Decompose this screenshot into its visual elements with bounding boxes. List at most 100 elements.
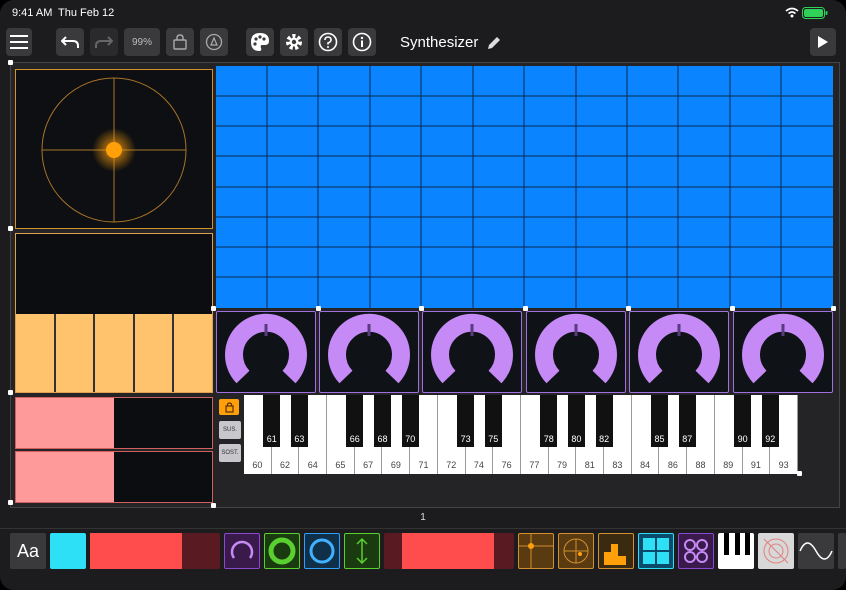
black-key[interactable]: 82 <box>595 395 613 447</box>
keyboard-widget[interactable] <box>718 533 754 569</box>
fader-2[interactable] <box>15 451 213 503</box>
white-key-label: 65 <box>335 460 346 470</box>
redo-button[interactable] <box>90 28 118 56</box>
black-key[interactable]: 73 <box>457 395 475 447</box>
edit-canvas[interactable]: SUS. SOST. 60 62 64 65 67 69 71 72 74 76 77 79 81 83 8… <box>8 60 840 508</box>
menu-button[interactable] <box>6 28 32 56</box>
info-button[interactable] <box>348 28 376 56</box>
slider-bar[interactable] <box>174 314 212 392</box>
black-key[interactable]: 75 <box>484 395 502 447</box>
slider-bars[interactable] <box>16 314 212 392</box>
resize-handle[interactable] <box>8 60 13 65</box>
pad-grid[interactable] <box>216 66 833 308</box>
white-key-label: 64 <box>307 460 318 470</box>
piano-keyboard[interactable]: 60 62 64 65 67 69 71 72 74 76 77 79 81 83 84 86 88 89 91 93… <box>244 395 798 474</box>
black-key[interactable]: 90 <box>734 395 752 447</box>
oscilloscope-widget[interactable] <box>798 533 834 569</box>
knob[interactable] <box>629 311 729 393</box>
fader-fill <box>16 398 114 448</box>
slider-bar[interactable] <box>134 314 173 392</box>
lock-button[interactable] <box>166 28 194 56</box>
resize-handle[interactable] <box>626 306 631 311</box>
play-button[interactable] <box>810 28 836 56</box>
black-key-label: 80 <box>571 434 582 444</box>
fader-1[interactable] <box>15 397 213 449</box>
knob[interactable] <box>526 311 626 393</box>
knob[interactable] <box>733 311 833 393</box>
info-icon <box>352 32 372 52</box>
more-widget[interactable] <box>838 533 846 569</box>
white-key-label: 69 <box>390 460 401 470</box>
black-key-label: 90 <box>737 434 748 444</box>
black-key[interactable]: 66 <box>346 395 364 447</box>
resize-handle[interactable] <box>523 306 528 311</box>
multi-slider[interactable] <box>15 233 213 393</box>
widget-dock: Aa <box>0 528 846 590</box>
resize-handle[interactable] <box>730 306 735 311</box>
knob[interactable] <box>216 311 316 393</box>
page-indicator[interactable]: 1 <box>0 512 846 523</box>
black-key[interactable]: 61 <box>263 395 281 447</box>
lock-icon <box>173 34 187 50</box>
sustain-button[interactable]: SUS. <box>219 421 241 439</box>
arrows-widget[interactable] <box>344 533 380 569</box>
radial-widget[interactable] <box>304 533 340 569</box>
multi-slider-widget[interactable] <box>598 533 634 569</box>
midi-button[interactable] <box>200 28 228 56</box>
white-key-label: 76 <box>501 460 512 470</box>
knob[interactable] <box>319 311 419 393</box>
resize-handle[interactable] <box>8 500 13 505</box>
slider-bar[interactable] <box>95 314 133 392</box>
white-key-label: 74 <box>473 460 484 470</box>
knob-grid-widget[interactable] <box>678 533 714 569</box>
pencil-icon[interactable] <box>486 35 502 56</box>
black-key[interactable]: 63 <box>290 395 308 447</box>
white-key-label: 62 <box>280 460 291 470</box>
xy-pad[interactable] <box>15 69 213 229</box>
status-time: 9:41 AM <box>12 7 53 19</box>
black-key[interactable]: 80 <box>567 395 585 447</box>
resize-handle[interactable] <box>419 306 424 311</box>
resize-handle[interactable] <box>8 226 13 231</box>
palette-button[interactable] <box>246 28 274 56</box>
fader-widget-2[interactable] <box>384 533 514 569</box>
settings-button[interactable] <box>280 28 308 56</box>
undo-button[interactable] <box>56 28 84 56</box>
slider-bar[interactable] <box>16 314 54 392</box>
slider-bar[interactable] <box>55 314 94 392</box>
grid-widget[interactable] <box>638 533 674 569</box>
page-title[interactable]: Synthesizer <box>400 34 478 51</box>
pad-widget[interactable] <box>50 533 86 569</box>
black-key-label: 63 <box>294 434 305 444</box>
black-key[interactable]: 92 <box>761 395 779 447</box>
knob[interactable] <box>422 311 522 393</box>
encoder-widget[interactable] <box>264 533 300 569</box>
radar-widget[interactable] <box>558 533 594 569</box>
resize-handle[interactable] <box>316 306 321 311</box>
resize-handle[interactable] <box>797 471 802 476</box>
resize-handle[interactable] <box>211 503 216 508</box>
knob-widget[interactable] <box>224 533 260 569</box>
sostenuto-button[interactable]: SOST. <box>219 444 241 462</box>
palette-icon <box>250 32 270 52</box>
black-key-label: 78 <box>543 434 554 444</box>
resize-handle[interactable] <box>8 390 13 395</box>
resize-handle[interactable] <box>211 306 216 311</box>
zoom-button[interactable]: 99% <box>124 28 160 56</box>
black-key[interactable]: 70 <box>401 395 419 447</box>
help-button[interactable] <box>314 28 342 56</box>
keyboard-lock-button[interactable] <box>219 399 239 415</box>
black-key-label: 61 <box>266 434 277 444</box>
xy-widget[interactable] <box>518 533 554 569</box>
white-key-label: 93 <box>778 460 789 470</box>
black-key[interactable]: 68 <box>373 395 392 447</box>
white-key-label: 88 <box>695 460 706 470</box>
text-widget[interactable]: Aa <box>10 533 46 569</box>
black-key[interactable]: 87 <box>678 395 696 447</box>
black-key[interactable]: 78 <box>540 395 558 447</box>
fader-widget[interactable] <box>90 533 220 569</box>
black-key[interactable]: 85 <box>650 395 669 447</box>
radar-scope-widget[interactable] <box>758 533 794 569</box>
resize-handle[interactable] <box>831 306 836 311</box>
gear-icon <box>284 32 304 52</box>
